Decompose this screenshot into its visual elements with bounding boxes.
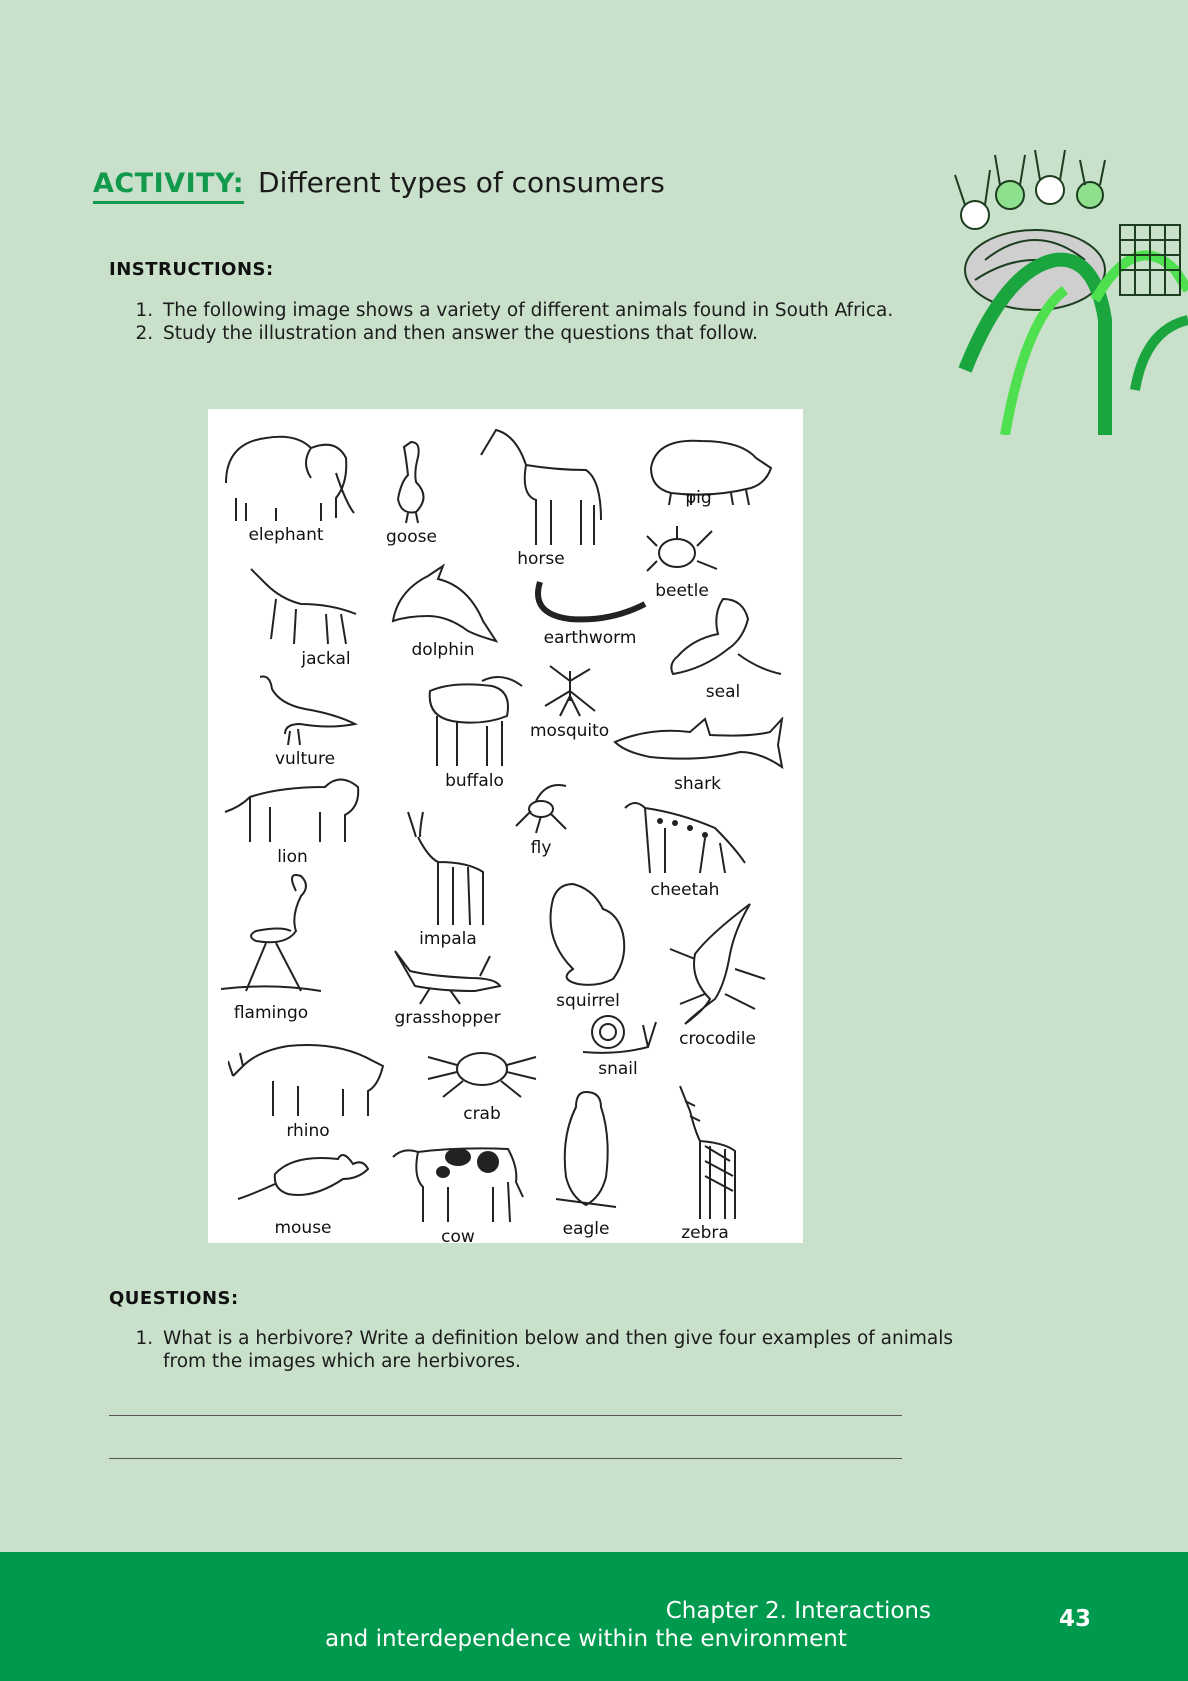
activity-heading: ACTIVITY: Different types of consumers bbox=[93, 166, 665, 204]
animal-label: pig bbox=[685, 488, 712, 508]
animal-label: horse bbox=[517, 549, 565, 569]
animal-illustration-panel: elephant goose horse pig beetle jackal d… bbox=[208, 409, 803, 1247]
instruction-item: The following image shows a variety of d… bbox=[159, 299, 939, 322]
crab-drawing bbox=[427, 1052, 537, 1098]
animal-dolphin: dolphin bbox=[388, 561, 498, 660]
animal-mosquito: mosquito bbox=[530, 661, 609, 741]
grasshopper-drawing bbox=[394, 950, 502, 1005]
animal-label: rhino bbox=[286, 1121, 330, 1141]
answer-line[interactable] bbox=[109, 1458, 902, 1459]
eagle-drawing bbox=[555, 1090, 617, 1208]
animal-snail: snail bbox=[578, 1007, 658, 1079]
animal-impala: impala bbox=[398, 807, 498, 949]
animal-label: goose bbox=[386, 527, 437, 547]
earthworm-drawing bbox=[535, 581, 647, 623]
animal-earthworm: earthworm bbox=[530, 574, 650, 648]
animal-crocodile: crocodile bbox=[665, 899, 770, 1049]
seal-drawing bbox=[670, 597, 782, 676]
questions-label: QUESTIONS: bbox=[109, 1288, 239, 1309]
animal-label: dolphin bbox=[411, 640, 475, 660]
beetle-drawing bbox=[646, 526, 718, 572]
activity-tag: ACTIVITY: bbox=[93, 168, 245, 204]
mosquito-drawing bbox=[544, 665, 596, 717]
zebra-drawing bbox=[679, 1085, 736, 1219]
animal-cheetah: cheetah bbox=[620, 793, 750, 900]
mouse-drawing bbox=[237, 1154, 370, 1200]
animal-rhino: rhino bbox=[228, 1031, 388, 1141]
animal-label: buffalo bbox=[445, 771, 504, 791]
flamingo-drawing bbox=[220, 874, 322, 992]
cheetah-drawing bbox=[624, 802, 746, 874]
animal-label: cheetah bbox=[650, 880, 720, 900]
footer-subtitle: and interdependence within the environme… bbox=[325, 1626, 847, 1652]
animal-buffalo: buffalo bbox=[422, 671, 527, 791]
dolphin-drawing bbox=[391, 563, 498, 643]
animal-label: lion bbox=[277, 847, 308, 867]
animal-label: mosquito bbox=[530, 721, 610, 741]
animal-label: flamingo bbox=[233, 1003, 309, 1023]
animal-label: zebra bbox=[681, 1223, 729, 1243]
animal-label: crab bbox=[463, 1104, 501, 1124]
animal-vulture: vulture bbox=[250, 669, 360, 769]
instruction-item: Study the illustration and then answer t… bbox=[159, 322, 939, 345]
question-item: What is a herbivore? Write a definition … bbox=[159, 1327, 959, 1373]
impala-drawing bbox=[407, 811, 484, 926]
animal-label: eagle bbox=[562, 1219, 610, 1239]
animal-lion: lion bbox=[220, 767, 365, 867]
animal-goose: goose bbox=[386, 437, 437, 547]
animal-flamingo: flamingo bbox=[216, 871, 326, 1023]
animal-eagle: eagle bbox=[551, 1087, 621, 1239]
buffalo-drawing bbox=[428, 676, 523, 766]
elephant-drawing bbox=[225, 435, 355, 521]
animal-label: jackal bbox=[301, 649, 351, 669]
animal-grasshopper: grasshopper bbox=[390, 946, 505, 1028]
instructions-label: INSTRUCTIONS: bbox=[109, 259, 274, 280]
animal-pig: pig bbox=[641, 433, 776, 508]
fly-drawing bbox=[515, 784, 567, 834]
lion-drawing bbox=[224, 778, 360, 842]
animal-label: seal bbox=[705, 682, 741, 702]
animal-label: fly bbox=[530, 838, 552, 858]
questions-list: What is a herbivore? Write a definition … bbox=[109, 1327, 959, 1373]
animal-label: grasshopper bbox=[394, 1008, 501, 1028]
animal-label: cow bbox=[441, 1227, 475, 1247]
animal-label: earthworm bbox=[543, 628, 637, 648]
animal-label: snail bbox=[598, 1059, 638, 1079]
crocodile-drawing bbox=[669, 903, 766, 1025]
answer-line[interactable] bbox=[109, 1415, 902, 1416]
horse-drawing bbox=[480, 428, 602, 545]
animal-jackal: jackal bbox=[246, 559, 366, 669]
animal-seal: seal bbox=[663, 594, 783, 702]
goose-drawing bbox=[397, 440, 425, 524]
animal-mouse: mouse bbox=[233, 1144, 373, 1238]
animal-squirrel: squirrel bbox=[543, 879, 633, 1011]
vulture-drawing bbox=[259, 675, 359, 746]
animal-cow: cow bbox=[388, 1137, 528, 1247]
animal-label: mouse bbox=[274, 1218, 332, 1238]
rhino-drawing bbox=[228, 1044, 385, 1116]
shark-drawing bbox=[613, 717, 784, 770]
cow-drawing bbox=[392, 1147, 524, 1223]
animal-beetle: beetle bbox=[642, 521, 722, 601]
instructions-list: The following image shows a variety of d… bbox=[109, 299, 939, 345]
animal-crab: crab bbox=[423, 1037, 541, 1124]
footer-chapter: Chapter 2. Interactions bbox=[665, 1598, 931, 1624]
animal-label: shark bbox=[674, 774, 721, 794]
animal-elephant: elephant bbox=[216, 423, 356, 545]
animal-label: vulture bbox=[274, 749, 336, 769]
squirrel-drawing bbox=[549, 882, 626, 986]
snail-drawing bbox=[582, 1015, 657, 1054]
animal-label: elephant bbox=[248, 525, 324, 545]
jackal-drawing bbox=[250, 568, 357, 645]
animal-label: crocodile bbox=[679, 1029, 756, 1049]
activity-title: Different types of consumers bbox=[258, 166, 665, 199]
animal-horse: horse bbox=[476, 425, 606, 569]
animal-shark: shark bbox=[610, 717, 785, 794]
animal-fly: fly bbox=[506, 781, 576, 858]
footer-bar: Chapter 2. Interactions and interdepende… bbox=[0, 1552, 1188, 1681]
page-number: 43 bbox=[1059, 1606, 1092, 1632]
decorative-rollercoaster-illustration bbox=[954, 150, 1188, 435]
animal-zebra: zebra bbox=[665, 1081, 745, 1243]
